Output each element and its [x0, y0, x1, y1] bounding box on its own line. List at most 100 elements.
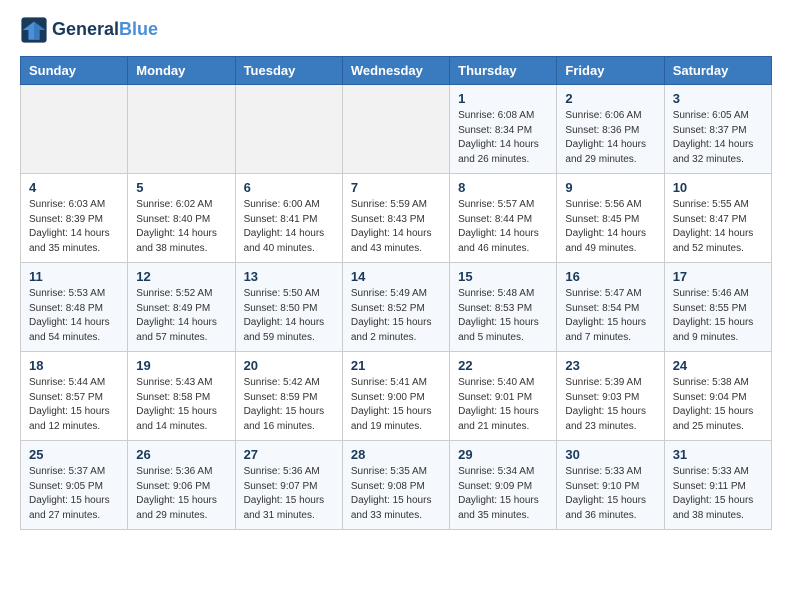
day-number: 5	[136, 180, 226, 195]
header: GeneralBlue	[20, 16, 772, 44]
calendar-day-cell	[235, 85, 342, 174]
day-info: Sunrise: 5:59 AMSunset: 8:43 PMDaylight:…	[351, 198, 441, 256]
day-number: 9	[565, 180, 655, 195]
day-number: 3	[673, 91, 763, 106]
calendar-day-cell: 9 Sunrise: 5:56 AMSunset: 8:45 PMDaylight…	[557, 174, 664, 263]
day-info: Sunrise: 5:35 AMSunset: 9:08 PMDaylight:…	[351, 465, 441, 523]
calendar-day-cell: 21Sunrise: 5:41 AMSunset: 9:00 PMDayligh…	[342, 352, 449, 441]
day-info: Sunrise: 5:48 AMSunset: 8:53 PMDaylight:…	[458, 287, 548, 345]
day-info: Sunrise: 5:53 AMSunset: 8:48 PMDaylight:…	[29, 287, 119, 345]
logo-text: GeneralBlue	[52, 20, 158, 40]
day-number: 10	[673, 180, 763, 195]
calendar-week-row: 25 Sunrise: 5:37 AMSunset: 9:05 PMDayligh…	[21, 441, 772, 530]
calendar-day-cell: 19 Sunrise: 5:43 AMSunset: 8:58 PMDayligh…	[128, 352, 235, 441]
day-number: 22	[458, 358, 548, 373]
day-info: Sunrise: 5:52 AMSunset: 8:49 PMDaylight:…	[136, 287, 226, 345]
weekday-header: Thursday	[450, 57, 557, 85]
weekday-header: Saturday	[664, 57, 771, 85]
day-number: 14	[351, 269, 441, 284]
day-info: Sunrise: 6:02 AMSunset: 8:40 PMDaylight:…	[136, 198, 226, 256]
calendar-day-cell: 24 Sunrise: 5:38 AMSunset: 9:04 PMDayligh…	[664, 352, 771, 441]
calendar-week-row: 4 Sunrise: 6:03 AMSunset: 8:39 PMDaylight…	[21, 174, 772, 263]
calendar-header-row: SundayMondayTuesdayWednesdayThursdayFrid…	[21, 57, 772, 85]
day-number: 21	[351, 358, 441, 373]
calendar-day-cell	[128, 85, 235, 174]
day-info: Sunrise: 6:00 AMSunset: 8:41 PMDaylight:…	[244, 198, 334, 256]
calendar-day-cell: 6 Sunrise: 6:00 AMSunset: 8:41 PMDaylight…	[235, 174, 342, 263]
day-info: Sunrise: 5:36 AMSunset: 9:07 PMDaylight:…	[244, 465, 334, 523]
day-info: Sunrise: 5:33 AMSunset: 9:11 PMDaylight:…	[673, 465, 763, 523]
day-info: Sunrise: 5:38 AMSunset: 9:04 PMDaylight:…	[673, 376, 763, 434]
calendar-day-cell: 15 Sunrise: 5:48 AMSunset: 8:53 PMDayligh…	[450, 263, 557, 352]
calendar-day-cell: 11 Sunrise: 5:53 AMSunset: 8:48 PMDayligh…	[21, 263, 128, 352]
day-info: Sunrise: 5:37 AMSunset: 9:05 PMDaylight:…	[29, 465, 119, 523]
day-number: 13	[244, 269, 334, 284]
day-number: 28	[351, 447, 441, 462]
day-info: Sunrise: 5:47 AMSunset: 8:54 PMDaylight:…	[565, 287, 655, 345]
weekday-header: Friday	[557, 57, 664, 85]
calendar-table: SundayMondayTuesdayWednesdayThursdayFrid…	[20, 56, 772, 530]
weekday-header: Monday	[128, 57, 235, 85]
calendar-day-cell	[342, 85, 449, 174]
day-info: Sunrise: 5:50 AMSunset: 8:50 PMDaylight:…	[244, 287, 334, 345]
calendar-day-cell: 20Sunrise: 5:42 AMSunset: 8:59 PMDayligh…	[235, 352, 342, 441]
day-number: 19	[136, 358, 226, 373]
calendar-day-cell: 30 Sunrise: 5:33 AMSunset: 9:10 PMDayligh…	[557, 441, 664, 530]
calendar-day-cell: 12 Sunrise: 5:52 AMSunset: 8:49 PMDayligh…	[128, 263, 235, 352]
day-info: Sunrise: 5:49 AMSunset: 8:52 PMDaylight:…	[351, 287, 441, 345]
calendar-day-cell: 18 Sunrise: 5:44 AMSunset: 8:57 PMDayligh…	[21, 352, 128, 441]
weekday-header: Sunday	[21, 57, 128, 85]
calendar-day-cell: 31 Sunrise: 5:33 AMSunset: 9:11 PMDayligh…	[664, 441, 771, 530]
day-info: Sunrise: 6:08 AMSunset: 8:34 PMDaylight:…	[458, 109, 548, 167]
day-info: Sunrise: 5:33 AMSunset: 9:10 PMDaylight:…	[565, 465, 655, 523]
day-number: 31	[673, 447, 763, 462]
logo: GeneralBlue	[20, 16, 158, 44]
calendar-day-cell: 23 Sunrise: 5:39 AMSunset: 9:03 PMDayligh…	[557, 352, 664, 441]
day-number: 16	[565, 269, 655, 284]
day-number: 15	[458, 269, 548, 284]
calendar-day-cell: 4 Sunrise: 6:03 AMSunset: 8:39 PMDaylight…	[21, 174, 128, 263]
day-number: 6	[244, 180, 334, 195]
calendar-day-cell: 1Sunrise: 6:08 AMSunset: 8:34 PMDaylight…	[450, 85, 557, 174]
calendar-day-cell	[21, 85, 128, 174]
day-number: 29	[458, 447, 548, 462]
day-info: Sunrise: 5:42 AMSunset: 8:59 PMDaylight:…	[244, 376, 334, 434]
calendar-day-cell: 22Sunrise: 5:40 AMSunset: 9:01 PMDayligh…	[450, 352, 557, 441]
day-info: Sunrise: 5:46 AMSunset: 8:55 PMDaylight:…	[673, 287, 763, 345]
day-number: 24	[673, 358, 763, 373]
day-info: Sunrise: 5:39 AMSunset: 9:03 PMDaylight:…	[565, 376, 655, 434]
calendar-day-cell: 14 Sunrise: 5:49 AMSunset: 8:52 PMDayligh…	[342, 263, 449, 352]
calendar-day-cell: 3 Sunrise: 6:05 AMSunset: 8:37 PMDaylight…	[664, 85, 771, 174]
day-number: 12	[136, 269, 226, 284]
day-info: Sunrise: 6:03 AMSunset: 8:39 PMDaylight:…	[29, 198, 119, 256]
day-info: Sunrise: 5:43 AMSunset: 8:58 PMDaylight:…	[136, 376, 226, 434]
calendar-day-cell: 10 Sunrise: 5:55 AMSunset: 8:47 PMDayligh…	[664, 174, 771, 263]
day-info: Sunrise: 6:05 AMSunset: 8:37 PMDaylight:…	[673, 109, 763, 167]
calendar-day-cell: 27 Sunrise: 5:36 AMSunset: 9:07 PMDayligh…	[235, 441, 342, 530]
page: GeneralBlue SundayMondayTuesdayWednesday…	[0, 0, 792, 546]
day-info: Sunrise: 5:36 AMSunset: 9:06 PMDaylight:…	[136, 465, 226, 523]
weekday-header: Tuesday	[235, 57, 342, 85]
calendar-week-row: 1Sunrise: 6:08 AMSunset: 8:34 PMDaylight…	[21, 85, 772, 174]
day-number: 26	[136, 447, 226, 462]
day-number: 27	[244, 447, 334, 462]
weekday-header: Wednesday	[342, 57, 449, 85]
day-number: 30	[565, 447, 655, 462]
calendar-day-cell: 29 Sunrise: 5:34 AMSunset: 9:09 PMDayligh…	[450, 441, 557, 530]
calendar-day-cell: 26 Sunrise: 5:36 AMSunset: 9:06 PMDayligh…	[128, 441, 235, 530]
day-number: 18	[29, 358, 119, 373]
logo-icon	[20, 16, 48, 44]
day-info: Sunrise: 5:56 AMSunset: 8:45 PMDaylight:…	[565, 198, 655, 256]
calendar-day-cell: 8Sunrise: 5:57 AMSunset: 8:44 PMDaylight…	[450, 174, 557, 263]
calendar-day-cell: 2Sunrise: 6:06 AMSunset: 8:36 PMDaylight…	[557, 85, 664, 174]
day-number: 8	[458, 180, 548, 195]
day-info: Sunrise: 5:34 AMSunset: 9:09 PMDaylight:…	[458, 465, 548, 523]
day-number: 25	[29, 447, 119, 462]
day-number: 17	[673, 269, 763, 284]
calendar-day-cell: 17 Sunrise: 5:46 AMSunset: 8:55 PMDayligh…	[664, 263, 771, 352]
day-number: 23	[565, 358, 655, 373]
day-number: 4	[29, 180, 119, 195]
day-info: Sunrise: 5:55 AMSunset: 8:47 PMDaylight:…	[673, 198, 763, 256]
day-info: Sunrise: 5:44 AMSunset: 8:57 PMDaylight:…	[29, 376, 119, 434]
day-number: 11	[29, 269, 119, 284]
